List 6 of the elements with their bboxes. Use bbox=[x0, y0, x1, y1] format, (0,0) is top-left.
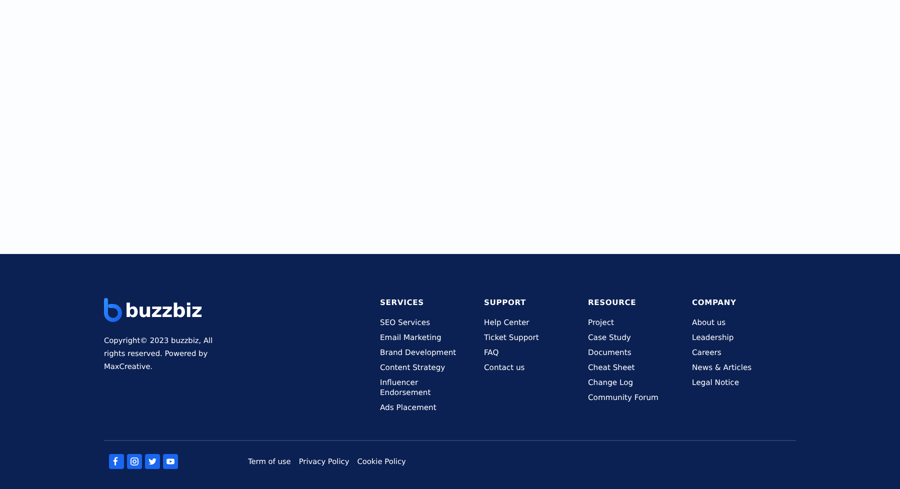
facebook-icon[interactable] bbox=[109, 454, 124, 469]
instagram-icon[interactable] bbox=[127, 454, 142, 469]
twitter-icon[interactable] bbox=[145, 454, 160, 469]
logo-name[interactable]: buzzbiz bbox=[125, 300, 202, 322]
logo-icon bbox=[104, 298, 122, 322]
youtube-icon[interactable] bbox=[163, 454, 178, 469]
